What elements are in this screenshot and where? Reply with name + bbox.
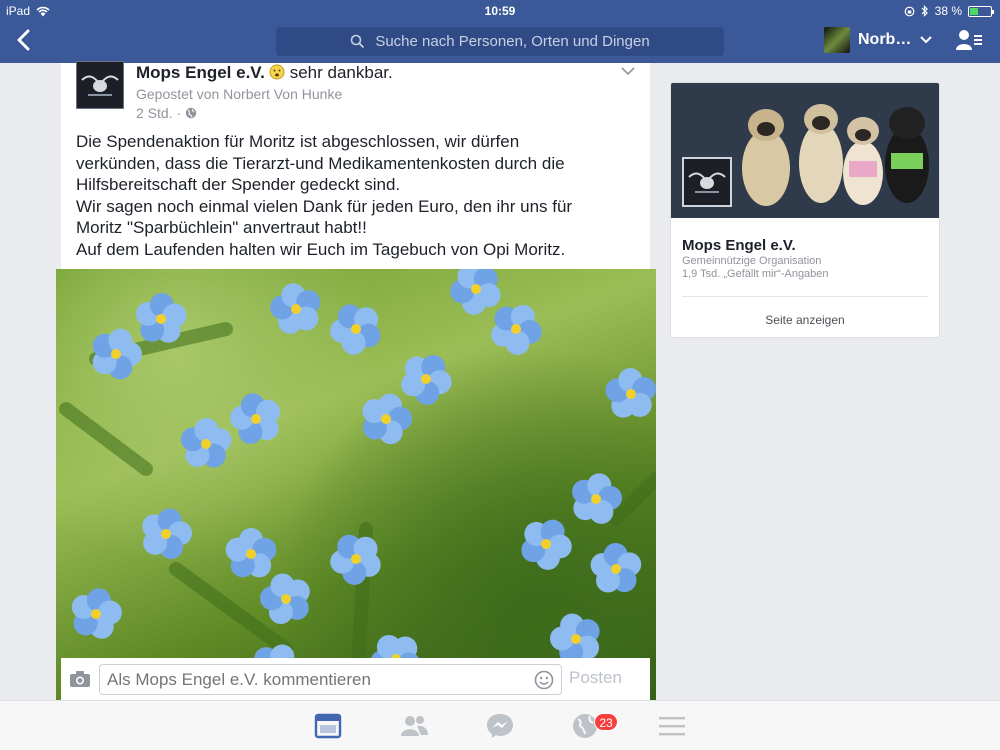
flower: [135, 293, 187, 343]
search-input[interactable]: Suche nach Personen, Orten und Dingen: [276, 27, 724, 56]
search-placeholder: Suche nach Personen, Orten und Dingen: [375, 33, 650, 50]
rotation-lock-icon: [904, 6, 915, 16]
battery-percent: 38 %: [934, 4, 962, 18]
flower: [92, 328, 142, 380]
friends-icon[interactable]: [400, 713, 428, 739]
post-time[interactable]: 2 Std. ·: [136, 105, 181, 121]
flower: [362, 393, 412, 445]
page-avatar[interactable]: [682, 157, 732, 207]
post-photo[interactable]: [56, 269, 656, 701]
card-likes: 1,9 Tsd. „Gefällt mir“-Angaben: [682, 268, 829, 280]
news-feed-icon[interactable]: [314, 713, 342, 739]
post-text-line: Wir sagen noch einmal vielen Dank für je…: [76, 196, 573, 216]
post-options-chevron-icon[interactable]: [620, 65, 636, 77]
messenger-icon[interactable]: [486, 713, 514, 739]
forget-me-not-flowers-image: [59, 269, 656, 701]
status-time: 10:59: [484, 4, 516, 18]
back-arrow-icon[interactable]: [14, 28, 34, 52]
search-icon: [351, 34, 365, 49]
flower: [605, 368, 656, 418]
flower: [330, 304, 381, 355]
flower: [491, 304, 542, 355]
post-text: Die Spendenaktion für Moritz ist abgesch…: [76, 131, 636, 260]
status-bar: iPad 10:59 38 %: [0, 0, 1000, 22]
emoji-icon[interactable]: [534, 670, 554, 690]
flower: [550, 613, 600, 665]
post-text-line: verkünden, dass die Tierarzt-und Medikam…: [76, 153, 565, 173]
card-category: Gemeinnützige Organisation: [682, 255, 822, 267]
battery-icon: [968, 5, 994, 17]
flower: [401, 355, 452, 405]
flower: [330, 534, 381, 585]
comment-bar: Posten: [61, 658, 650, 701]
post-text-line: Moritz "Sparbüchlein" anvertraut habt!!: [76, 218, 367, 237]
bluetooth-icon: [921, 5, 928, 17]
post-text-line: Die Spendenaktion für Moritz ist abgesch…: [76, 132, 520, 151]
flower: [260, 573, 310, 625]
flower: [270, 283, 321, 334]
feeling-emoji-icon: [269, 64, 285, 80]
post-text-line: Auf dem Laufenden halten wir Euch im Tag…: [76, 239, 566, 259]
friend-requests-icon[interactable]: [956, 28, 982, 52]
cover-photo[interactable]: [671, 83, 939, 218]
post-comment-button[interactable]: Posten: [569, 668, 622, 688]
post-page-name[interactable]: Mops Engel e.V.: [136, 63, 265, 82]
tab-bar: 23: [0, 700, 1000, 750]
page-card: Mops Engel e.V. Gemeinnützige Organisati…: [670, 82, 940, 338]
flower: [180, 418, 232, 468]
logo-image: [688, 172, 726, 193]
post-text-line: Hilfsbereitschaft der Spender gedeckt si…: [76, 175, 401, 194]
posted-by: Gepostet von Norbert Von Hunke: [136, 86, 343, 102]
flower: [142, 508, 192, 560]
page-logo[interactable]: [76, 61, 124, 109]
comment-input[interactable]: [99, 664, 562, 695]
card-page-name[interactable]: Mops Engel e.V.: [682, 237, 796, 254]
flower: [230, 393, 281, 444]
feed-post: Mops Engel e.V. sehr dankbar. Gepostet v…: [61, 61, 650, 273]
flower: [521, 519, 572, 570]
top-bar: iPad 10:59 38 % Suche nach Personen, Ort…: [0, 0, 1000, 63]
camera-icon[interactable]: [69, 670, 91, 688]
flower: [71, 588, 122, 639]
divider: [682, 296, 928, 297]
menu-icon[interactable]: [658, 713, 686, 739]
view-page-link[interactable]: Seite anzeigen: [671, 313, 939, 327]
flower: [225, 528, 277, 578]
avatar: [824, 27, 850, 53]
flower: [450, 269, 501, 315]
globe-icon: [185, 107, 197, 119]
user-name: Norb…: [858, 31, 912, 48]
notification-badge: 23: [594, 713, 618, 731]
post-feeling: sehr dankbar.: [289, 63, 393, 82]
chevron-down-icon: [920, 36, 933, 44]
profile-switcher[interactable]: Norb…: [824, 27, 933, 53]
flower: [590, 543, 642, 593]
logo-image: [81, 75, 119, 96]
